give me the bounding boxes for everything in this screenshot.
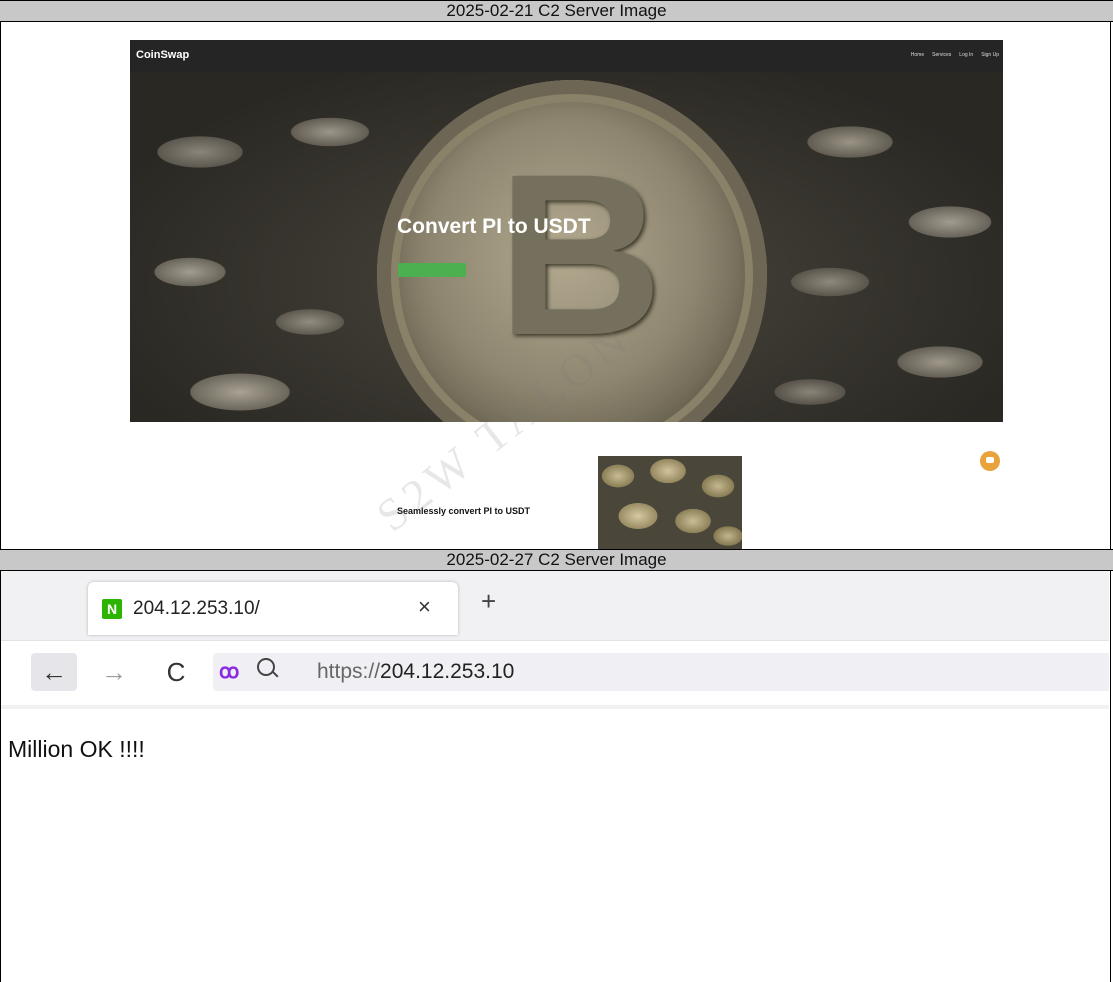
chat-icon[interactable]	[980, 451, 1000, 471]
tab-title: 204.12.253.10/	[133, 598, 260, 619]
permissions-icon[interactable]: ꝏ	[219, 659, 239, 684]
coinswap-screenshot: CoinSwap Home Services Log In Sign Up B …	[130, 40, 1003, 422]
nav-toolbar: ← → C ꝏ https://204.12.253.10	[1, 640, 1109, 705]
nav-login-link[interactable]: Log In	[959, 52, 973, 58]
site-favicon-icon: N	[102, 599, 122, 619]
page-content-text: Million OK !!!!	[8, 736, 145, 762]
reload-icon[interactable]: C	[153, 653, 199, 691]
nav-signup-link[interactable]: Sign Up	[981, 52, 999, 58]
back-arrow-icon[interactable]: ←	[31, 653, 77, 691]
new-tab-icon[interactable]: +	[481, 588, 496, 614]
hero-cta-button[interactable]	[398, 263, 466, 277]
search-icon	[257, 658, 275, 676]
url-text[interactable]: https://204.12.253.10	[317, 660, 514, 684]
bitcoin-coin-image: B	[377, 80, 767, 422]
coinswap-brand[interactable]: CoinSwap	[136, 49, 189, 61]
bitcoin-symbol-icon: B	[497, 126, 664, 383]
url-scheme: https://	[317, 660, 381, 683]
coins-photo	[598, 456, 742, 549]
address-bar[interactable]: ꝏ https://204.12.253.10	[213, 653, 1109, 691]
url-host: 204.12.253.10	[380, 660, 515, 683]
hero-title: Convert PI to USDT	[397, 215, 591, 238]
nav-home-link[interactable]: Home	[911, 52, 924, 58]
section2-title: Seamlessly convert PI to USDT	[397, 506, 531, 516]
coinswap-nav-links: Home Services Log In Sign Up	[911, 52, 999, 58]
hero-banner: B Convert PI to USDT	[130, 72, 1003, 422]
close-tab-icon[interactable]: ×	[418, 594, 431, 620]
forward-arrow-icon[interactable]: →	[91, 653, 137, 691]
caption-second: 2025-02-27 C2 Server Image	[0, 549, 1113, 571]
browser-chrome: N 204.12.253.10/ × + ← → C ꝏ https://204…	[1, 571, 1109, 709]
caption-first: 2025-02-21 C2 Server Image	[0, 0, 1113, 22]
nav-services-link[interactable]: Services	[932, 52, 951, 58]
tab-active[interactable]: N 204.12.253.10/ ×	[88, 582, 458, 635]
coinswap-navbar: CoinSwap Home Services Log In Sign Up	[130, 40, 1003, 72]
